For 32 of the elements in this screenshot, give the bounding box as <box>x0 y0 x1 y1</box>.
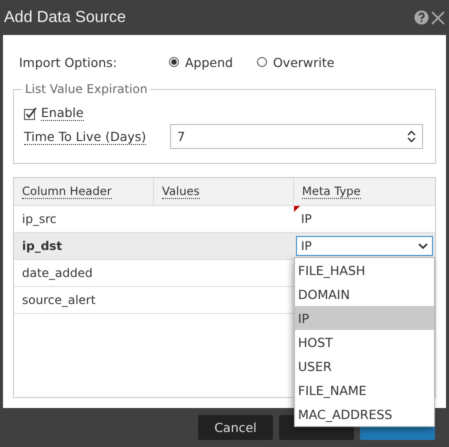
group-legend: List Value Expiration <box>22 82 150 96</box>
column-header[interactable]: Meta Type <box>294 178 435 205</box>
ttl-input[interactable]: 7 <box>170 124 423 149</box>
dropdown-option[interactable]: HOST <box>295 330 434 354</box>
dropdown-option[interactable]: USER <box>295 354 434 378</box>
ttl-label: Time To Live (Days) <box>24 128 146 144</box>
column-header[interactable]: Column Header <box>14 178 154 205</box>
window-title: Add Data Source <box>4 8 126 26</box>
import-options-label: Import Options: <box>19 54 118 70</box>
enable-checkbox[interactable]: Enable <box>24 104 423 122</box>
dropdown-option[interactable]: MAC_ADDRESS <box>295 402 434 426</box>
close-icon[interactable] <box>431 10 445 24</box>
radio-icon[interactable] <box>256 57 267 67</box>
footer-button[interactable]: Cancel <box>198 415 273 440</box>
table-cell-text: IP <box>300 212 312 226</box>
table-cell: source_alert <box>22 293 96 307</box>
table-cell: date_added <box>22 266 93 280</box>
table-cell: ip_src <box>22 212 56 226</box>
column-header[interactable]: Values <box>154 178 294 205</box>
dropdown-option[interactable]: IP <box>295 306 434 330</box>
help-icon[interactable] <box>414 10 429 25</box>
chevron-down-icon <box>418 242 428 250</box>
radio-icon[interactable] <box>169 57 179 67</box>
radio-option[interactable]: Overwrite <box>256 54 334 70</box>
dropdown-option[interactable]: FILE_NAME <box>295 378 434 402</box>
radio-option[interactable]: Append <box>169 54 233 70</box>
table-row[interactable]: ip_dst IP <box>14 233 435 260</box>
checkbox-icon[interactable] <box>24 106 37 120</box>
table-cell: ip_dst <box>22 239 62 253</box>
stepper-arrows-icon[interactable] <box>407 130 416 143</box>
meta-type-select[interactable]: IP <box>296 236 433 256</box>
dropdown-option[interactable]: FILE_HASH <box>295 258 434 282</box>
